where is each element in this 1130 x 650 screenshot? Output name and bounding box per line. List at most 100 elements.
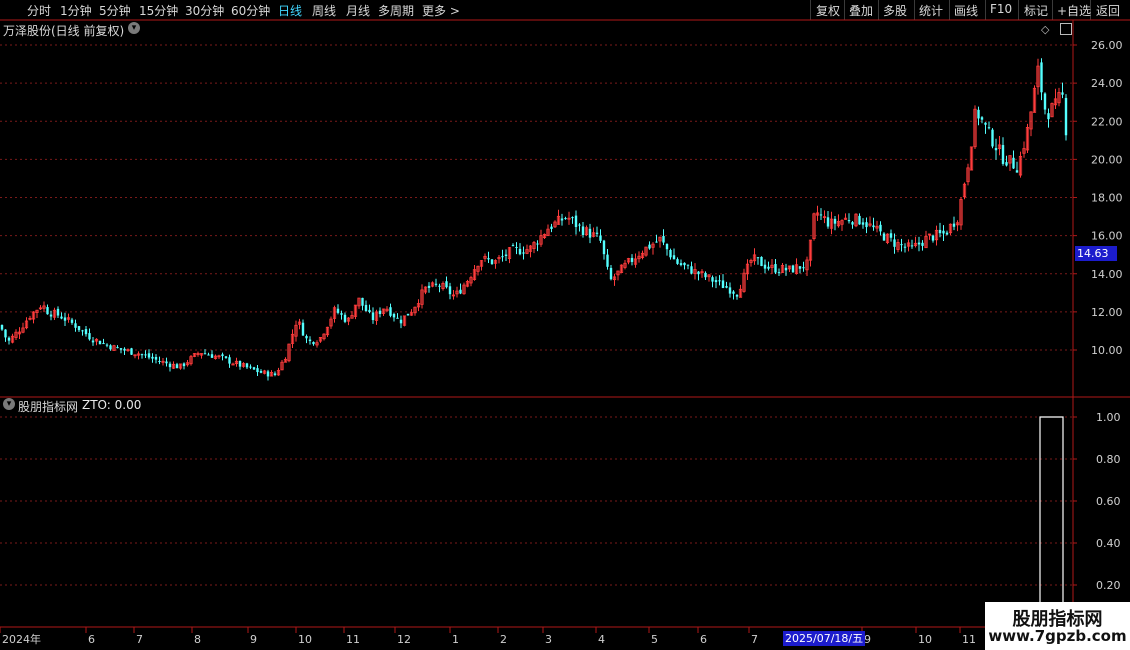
candle-body bbox=[343, 314, 347, 322]
candle-body bbox=[798, 266, 802, 269]
candle-body bbox=[599, 235, 602, 241]
x-axis-label: 6 bbox=[700, 633, 707, 646]
x-axis-label: 1 bbox=[452, 633, 459, 646]
candle-body bbox=[7, 337, 11, 341]
candle-body bbox=[917, 242, 921, 245]
candle-body bbox=[336, 308, 340, 313]
chart-area: 26.00 24.00 22.00 20.00 18.00 16.00 14.00 12.00… bbox=[0, 19, 1130, 646]
chevron-down-icon[interactable]: ▾ bbox=[128, 22, 140, 34]
candle-body bbox=[648, 244, 651, 249]
candle-body bbox=[560, 218, 564, 221]
candle-body bbox=[399, 319, 403, 324]
candle-body bbox=[102, 343, 105, 345]
candle-body bbox=[203, 353, 207, 355]
candle-body bbox=[4, 329, 7, 338]
candle-body bbox=[98, 340, 102, 345]
candle-body bbox=[718, 280, 721, 282]
candle-body bbox=[210, 354, 214, 358]
panel-toggle-icon[interactable] bbox=[1060, 23, 1072, 35]
candle-body bbox=[88, 333, 91, 340]
candle-body bbox=[872, 225, 875, 228]
candle-body bbox=[70, 319, 74, 323]
brand-url: www.7gpzb.com bbox=[988, 627, 1127, 645]
x-axis-label: 11 bbox=[962, 633, 976, 646]
zto-line bbox=[1039, 416, 1064, 627]
candle-body bbox=[952, 223, 956, 227]
candle-body bbox=[175, 364, 179, 369]
candle-body bbox=[1001, 145, 1005, 164]
candle-body bbox=[910, 245, 914, 247]
candle-body bbox=[445, 281, 448, 288]
candle-body bbox=[763, 264, 767, 269]
candle-body bbox=[448, 286, 452, 295]
candle-body bbox=[140, 354, 144, 356]
candle-body bbox=[151, 356, 154, 359]
candle-body bbox=[980, 117, 984, 120]
candle-body bbox=[144, 354, 147, 356]
candle-body bbox=[686, 264, 690, 266]
candle-body bbox=[522, 252, 525, 254]
candle-body bbox=[732, 291, 735, 294]
diamond-icon[interactable]: ◇ bbox=[1041, 23, 1049, 36]
candle-body bbox=[903, 246, 907, 248]
candle-body bbox=[256, 368, 259, 373]
candle-body bbox=[756, 257, 760, 259]
candle-body bbox=[459, 289, 462, 294]
candle-body bbox=[938, 229, 942, 234]
candle-body bbox=[609, 267, 613, 280]
candle-body bbox=[791, 265, 795, 273]
candle-body bbox=[676, 259, 679, 264]
candle-body bbox=[865, 222, 868, 228]
candle-body bbox=[767, 266, 770, 269]
candle-body bbox=[368, 309, 371, 313]
candle-body bbox=[56, 308, 60, 316]
candle-body bbox=[340, 313, 343, 315]
candle-body bbox=[802, 267, 805, 269]
candle-body bbox=[550, 226, 553, 229]
candle-body bbox=[1012, 157, 1015, 169]
candle-body bbox=[245, 363, 249, 368]
candle-body bbox=[224, 356, 228, 358]
candle-body bbox=[158, 360, 161, 362]
candle-body bbox=[207, 354, 210, 356]
candle-body bbox=[273, 373, 277, 376]
chevron-down-icon[interactable]: ▾ bbox=[3, 398, 15, 410]
candle-body bbox=[504, 254, 508, 256]
x-axis-label: 7 bbox=[136, 633, 143, 646]
candle-body bbox=[1047, 113, 1050, 120]
candle-body bbox=[578, 224, 581, 226]
candle-body bbox=[518, 248, 522, 255]
indicator-tick-label: 1.00 bbox=[1096, 411, 1121, 424]
candle-body bbox=[774, 264, 777, 273]
candle-body bbox=[252, 367, 256, 370]
candle-body bbox=[977, 109, 980, 119]
candle-body bbox=[221, 354, 224, 357]
indicator-tick-label: 0.40 bbox=[1096, 537, 1121, 550]
candle-body bbox=[879, 224, 882, 232]
indicator-series-label: ZTO: 0.00 bbox=[82, 398, 142, 412]
candle-body bbox=[1043, 93, 1047, 110]
candle-body bbox=[669, 249, 672, 258]
candle-body bbox=[501, 256, 504, 258]
candle-body bbox=[683, 262, 686, 266]
candle-body bbox=[679, 263, 683, 266]
candle-body bbox=[564, 218, 567, 220]
price-panel-title: 万泽股份(日线 前复权) bbox=[3, 24, 125, 38]
x-axis-label: 8 bbox=[194, 633, 201, 646]
candle-body bbox=[81, 330, 84, 332]
candle-body bbox=[984, 122, 987, 125]
indicator-tick-label: 0.80 bbox=[1096, 453, 1121, 466]
candle-body bbox=[994, 148, 998, 151]
candle-body bbox=[49, 314, 53, 317]
candle-body bbox=[308, 339, 312, 342]
candle-body bbox=[77, 326, 81, 331]
candle-body bbox=[735, 295, 739, 297]
candle-body bbox=[1040, 62, 1043, 93]
candle-body bbox=[588, 228, 592, 238]
candle-body bbox=[784, 267, 788, 271]
candle-body bbox=[259, 370, 263, 373]
candle-body bbox=[312, 341, 315, 345]
candle-body bbox=[130, 348, 133, 355]
candle-body bbox=[536, 243, 539, 245]
candle-body bbox=[515, 246, 518, 248]
